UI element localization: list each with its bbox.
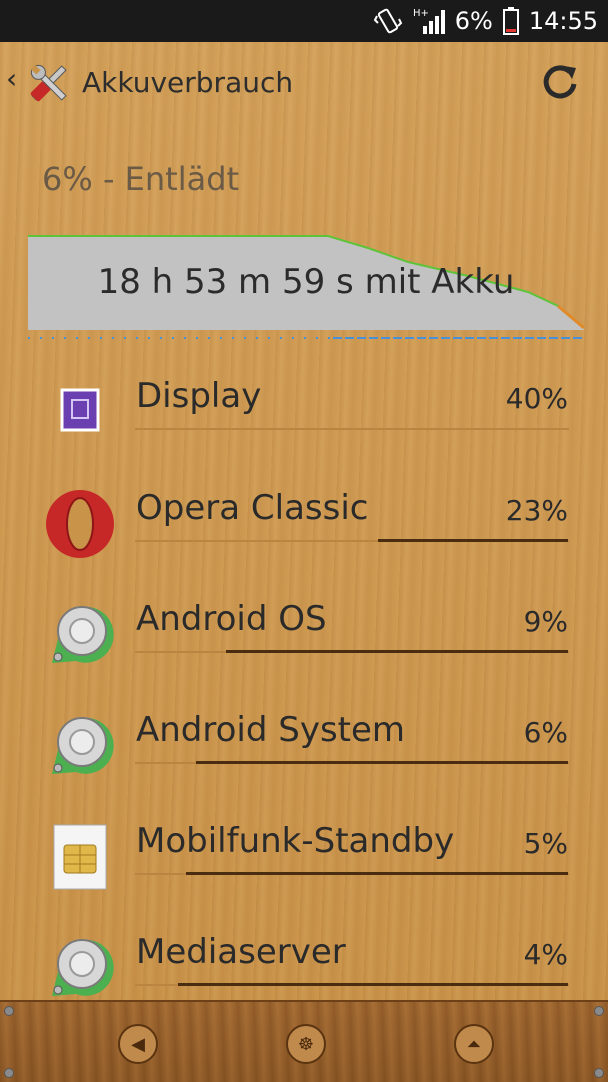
app-percent: 40%	[505, 382, 568, 415]
app-percent: 5%	[523, 827, 568, 860]
android-gear-icon	[52, 939, 114, 996]
screw-decoration	[4, 1068, 14, 1078]
clock: 14:55	[528, 7, 598, 35]
usage-track	[135, 428, 569, 430]
bottom-toolbar: ◀ ☸ ⏶	[0, 1000, 608, 1082]
list-item-mobilfunk-standby[interactable]: Mobilfunk-Standby 5%	[0, 809, 608, 919]
arrow-left-icon: ◀	[131, 1033, 145, 1055]
usage-bar	[186, 872, 568, 875]
page-title: Akkuverbrauch	[82, 66, 294, 99]
app-name: Mediaserver	[136, 932, 346, 972]
status-bar: H+ 6% 14:55	[0, 0, 608, 42]
app-name: Android OS	[136, 599, 327, 639]
nav-up-button[interactable]: ⏶	[454, 1024, 494, 1064]
nav-back-button[interactable]: ◀	[118, 1024, 158, 1064]
arrow-up-icon: ⏶	[466, 1033, 482, 1055]
android-gear-icon	[52, 606, 114, 663]
signal-icon: H+	[413, 8, 445, 34]
usage-bar	[196, 761, 568, 764]
list-item-opera-classic[interactable]: Opera Classic 23%	[0, 476, 608, 586]
app-name: Display	[136, 376, 262, 416]
back-chevron-icon[interactable]: ‹	[6, 62, 17, 95]
display-icon	[60, 388, 100, 432]
battery-icon	[502, 7, 519, 35]
list-item-display[interactable]: Display 40%	[0, 364, 608, 474]
screw-decoration	[594, 1068, 604, 1078]
app-name: Android System	[136, 710, 406, 750]
sim-card-icon	[53, 824, 107, 890]
usage-bar	[178, 983, 568, 986]
battery-duration: 18 h 53 m 59 s mit Akku	[97, 262, 515, 302]
screw-decoration	[594, 1006, 604, 1016]
usage-bar	[226, 650, 568, 653]
list-item-android-os[interactable]: Android OS 9%	[0, 587, 608, 697]
refresh-icon[interactable]	[540, 62, 580, 102]
vibrate-icon	[373, 8, 402, 34]
usage-bar	[378, 539, 568, 542]
network-type: H+	[413, 8, 429, 19]
app-name: Mobilfunk-Standby	[136, 821, 455, 861]
screw-decoration	[4, 1006, 14, 1016]
nav-home-button[interactable]: ☸	[286, 1024, 326, 1064]
ship-wheel-icon: ☸	[297, 1033, 315, 1055]
android-gear-icon	[52, 717, 114, 774]
battery-percent: 6%	[454, 7, 493, 35]
app-percent: 9%	[523, 605, 568, 638]
tools-icon[interactable]	[26, 60, 72, 106]
app-percent: 6%	[523, 716, 568, 749]
list-item-android-system[interactable]: Android System 6%	[0, 698, 608, 808]
app-percent: 4%	[523, 938, 568, 971]
battery-status: 6% - Entlädt	[42, 160, 240, 198]
app-name: Opera Classic	[136, 488, 369, 528]
app-percent: 23%	[505, 494, 568, 527]
opera-icon	[46, 490, 114, 558]
